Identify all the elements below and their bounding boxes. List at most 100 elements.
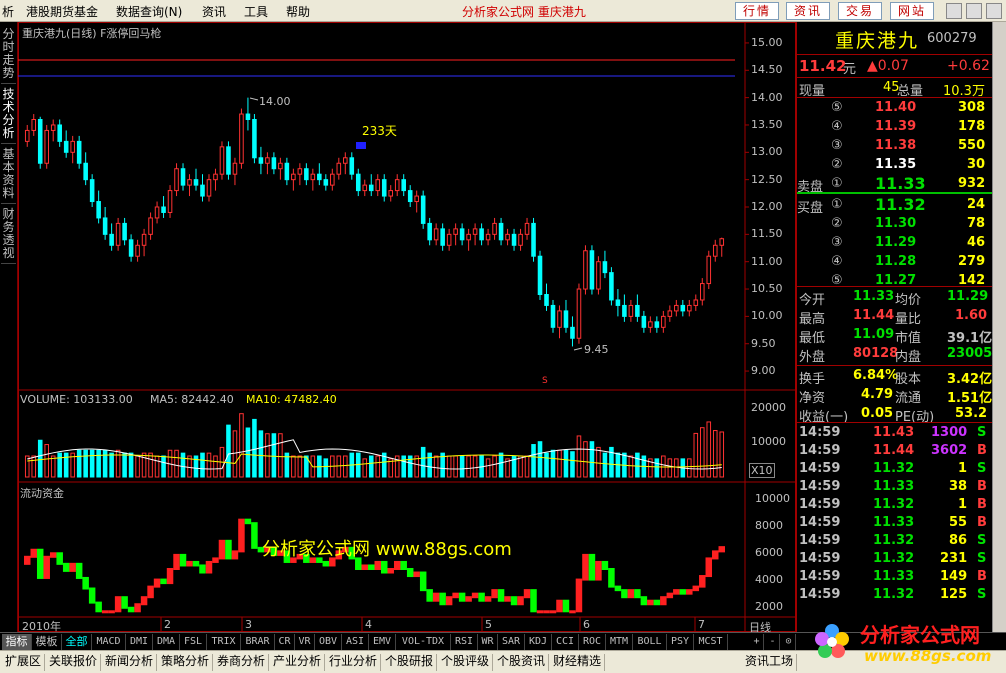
stat-row-cell: 1.60 [955, 308, 988, 323]
indicator-tab[interactable]: VOL-TDX [396, 634, 451, 650]
candle-body [128, 239, 134, 257]
indicator-tab[interactable]: KDJ [525, 634, 552, 650]
indicator-tab[interactable]: FSL [180, 634, 207, 650]
info-workshop-tab[interactable]: 资讯工场 [742, 654, 798, 671]
indicator-tab[interactable]: 指标 [2, 634, 32, 650]
menu-item-data-query[interactable]: 数据查询(N) [116, 3, 182, 20]
maximize-button[interactable] [966, 3, 982, 19]
minimize-button[interactable] [946, 3, 962, 19]
indicator-tab[interactable]: SAR [498, 634, 525, 650]
info-nav-tab[interactable]: 个股资讯 [494, 654, 550, 671]
tab-technical[interactable]: 技术分析 [1, 88, 16, 144]
tick-row-cell: 11.33 [873, 569, 915, 584]
info-nav-tab[interactable]: 券商分析 [214, 654, 270, 671]
info-nav-tab[interactable]: 新闻分析 [102, 654, 158, 671]
close-button[interactable] [986, 3, 1002, 19]
indicator-tab[interactable]: DMI [126, 634, 153, 650]
info-nav-tab[interactable]: 财经精选 [550, 654, 606, 671]
stat-row-cell: 内盘 [895, 350, 922, 365]
info-nav-tab[interactable]: 策略分析 [158, 654, 214, 671]
ma5-value: MA5: 82442.40 [150, 393, 234, 406]
flow-step [244, 518, 252, 525]
indicator-tab[interactable]: MCST [694, 634, 728, 650]
indicator-tab[interactable]: ASI [342, 634, 369, 650]
price-change-pct: +0.62 [947, 58, 990, 74]
indicator-control[interactable]: - [766, 634, 780, 650]
candle-body [401, 179, 406, 192]
ask-row: 卖盘 ① 11.33 932 [797, 174, 993, 195]
indicator-control[interactable]: ⊙ [782, 634, 796, 650]
menu-item-hk-futures-funds[interactable]: 港股期货基金 [26, 3, 98, 20]
candle-body [518, 233, 523, 246]
menu-item-tools[interactable]: 工具 [244, 3, 268, 20]
indicator-tab[interactable]: MACD [92, 634, 126, 650]
kline-chart-area[interactable]: 重庆港九(日线) F涨停回马枪 14.00 233天 9.45 S VOLUME… [18, 22, 796, 634]
candle-body [498, 222, 504, 241]
flow-step [491, 589, 498, 599]
indicator-tab[interactable]: CR [275, 634, 295, 650]
indicator-tab[interactable]: WR [478, 634, 498, 650]
indicator-tab[interactable]: BRAR [241, 634, 275, 650]
tab-intraday[interactable]: 分时走势 [1, 28, 16, 84]
x10-label[interactable]: X10 [749, 463, 775, 478]
indicator-tab[interactable]: OBV [315, 634, 342, 650]
tick-row-cell: S [977, 551, 987, 566]
volume-bar [291, 455, 296, 478]
indicator-control[interactable]: + [750, 634, 764, 650]
high-label: 14.00 [259, 95, 291, 108]
menu-item-news[interactable]: 资讯 [202, 3, 226, 20]
indicator-tab[interactable]: BOLL [633, 634, 667, 650]
quote-panel-scrollbar[interactable] [992, 22, 1006, 632]
flow-step [393, 560, 401, 570]
tick-row-cell: B [977, 497, 987, 512]
tab-fundamentals[interactable]: 基本资料 [1, 148, 16, 204]
indicator-tab[interactable]: RSI [451, 634, 478, 650]
flow-step [458, 592, 466, 602]
website-button[interactable]: 网站 [890, 2, 934, 20]
flow-step [426, 589, 433, 602]
stat-row-cell: 11.29 [947, 289, 989, 304]
volume-bar [336, 455, 342, 478]
price-axis-tick: 11.00 [751, 254, 783, 268]
indicator-tab[interactable]: 全部 [62, 634, 92, 650]
quote-button[interactable]: 行情 [735, 2, 779, 20]
stat-row-cell: 市值 [895, 331, 922, 346]
tab-financials[interactable]: 财务透视 [1, 208, 16, 264]
candle-body [505, 233, 510, 241]
volume-bar [453, 455, 458, 478]
indicator-tab[interactable]: MTM [606, 634, 633, 650]
candle-body [583, 250, 588, 290]
indicator-tab[interactable]: DMA [153, 634, 180, 650]
volume-bar [362, 458, 368, 478]
indicator-tab[interactable]: VR [295, 634, 315, 650]
indicator-tab[interactable]: EMV [369, 634, 396, 650]
candle-body [388, 190, 394, 197]
stat-row-cell: 80128 [853, 346, 899, 361]
tick-row: 14:59 11.32 1 B [797, 496, 993, 514]
menu-item-help[interactable]: 帮助 [286, 3, 310, 20]
info-nav-tab[interactable]: 扩展区 [2, 654, 46, 671]
flow-step [186, 560, 193, 567]
info-nav-tab[interactable]: 关联报价 [46, 654, 102, 671]
candle-body [628, 304, 634, 317]
indicator-tab[interactable]: PSY [667, 634, 694, 650]
news-button[interactable]: 资讯 [786, 2, 830, 20]
price-axis-tick: 12.00 [751, 200, 783, 213]
trade-button[interactable]: 交易 [838, 2, 882, 20]
indicator-tab[interactable]: TRIX [207, 634, 241, 650]
flow-step [699, 575, 706, 588]
info-nav-tab[interactable]: 产业分析 [270, 654, 326, 671]
indicator-tab[interactable]: 模板 [32, 634, 62, 650]
info-nav-tab[interactable]: 个股研报 [382, 654, 438, 671]
indicator-tab[interactable]: CCI [552, 634, 579, 650]
info-nav-tab[interactable]: 行业分析 [326, 654, 382, 671]
flow-step [523, 589, 531, 599]
info-nav-tab[interactable]: 个股评级 [438, 654, 494, 671]
volume-bar [180, 452, 186, 478]
menu-item-analysis[interactable]: 析 [2, 3, 14, 20]
indicator-tab[interactable]: ROC [579, 634, 606, 650]
logo-text: 分析家公式网 [860, 623, 980, 647]
flow-step [588, 553, 596, 581]
watermark: 分析家公式网 www.88gs.com [262, 539, 512, 560]
tick-row-cell: 55 [949, 515, 968, 530]
